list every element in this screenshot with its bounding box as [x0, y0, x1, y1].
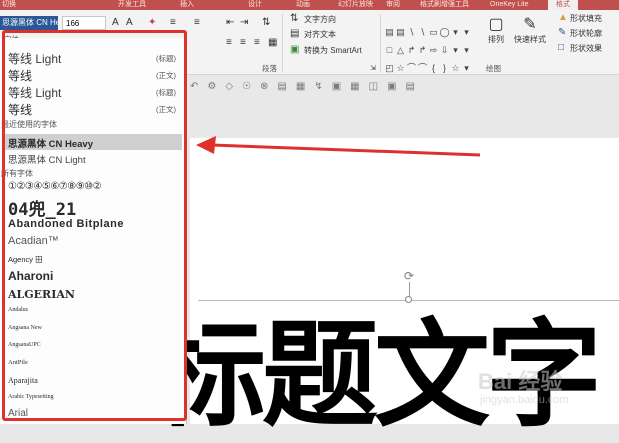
increase-font-size-icon[interactable]: A	[112, 17, 119, 29]
line-shape-icon[interactable]: ∖	[406, 27, 417, 38]
decrease-indent-icon[interactable]: ⇤	[226, 17, 234, 29]
tab-design[interactable]: 设计	[248, 0, 272, 10]
watermark-url: jingyan.baidu.com	[480, 394, 569, 406]
watermark-brand: Bai 经验	[478, 369, 563, 394]
tab-review[interactable]: 审阅	[386, 0, 410, 10]
lightning-icon[interactable]: ↯	[314, 81, 322, 92]
brace-left-shape-icon[interactable]: {	[428, 63, 439, 74]
text-direction-button[interactable]: 文字方向	[304, 14, 336, 25]
curve-shape-icon[interactable]: ⌒	[406, 63, 417, 74]
columns-icon[interactable]: ▦	[268, 37, 277, 49]
tab-animations[interactable]: 动画	[296, 0, 320, 10]
pen-outline-icon: ✎	[558, 27, 567, 38]
highlight-annotation-box	[2, 30, 187, 421]
decrease-font-size-icon[interactable]: A	[126, 17, 133, 29]
arrange-icon: ▢	[488, 16, 504, 33]
shape-fill-button[interactable]: 形状填充	[570, 13, 602, 24]
arrow-down-shape-icon[interactable]: ⇩	[439, 45, 450, 56]
arrange-label: 排列	[488, 35, 504, 44]
line-spacing-icon[interactable]: ⇅	[262, 17, 270, 29]
diamond-icon[interactable]: ◇	[225, 81, 233, 92]
ribbon-tab-bar: 切换 开发工具 插入 设计 动画 幻灯片放映 审阅 格式刷增强工具 OneKey…	[0, 0, 619, 10]
more-shapes-icon[interactable]: ▾	[461, 45, 472, 56]
brace-right-shape-icon[interactable]: }	[439, 63, 450, 74]
more-shapes-icon[interactable]: ▾	[450, 45, 461, 56]
font-size-combobox[interactable]: 166	[62, 16, 106, 30]
tab-format[interactable]: 格式	[548, 0, 578, 10]
picture-icon[interactable]: ▣	[332, 81, 341, 92]
tab-onekey-lite[interactable]: OneKey Lite	[490, 0, 536, 10]
bin-icon[interactable]: ◫	[369, 81, 378, 92]
bottle-icon[interactable]: ▣	[387, 81, 396, 92]
elbow-connector-icon[interactable]: ↱	[417, 45, 428, 56]
paragraph-group-label: 段落	[262, 64, 277, 73]
grid-icon[interactable]: ▦	[350, 81, 359, 92]
textbox-shape-icon[interactable]: ▤	[384, 27, 395, 38]
watermark: Bai 经验 jingyan.baidu.com	[470, 356, 618, 414]
tab-transitions[interactable]: 切换	[2, 0, 28, 10]
align-text-button[interactable]: 对齐文本	[304, 29, 336, 40]
align-right-icon[interactable]: ≡	[254, 37, 260, 49]
gear-icon[interactable]: ⚙	[207, 81, 216, 92]
tab-slideshow[interactable]: 幻灯片放映	[338, 0, 382, 10]
oval-shape-icon[interactable]: ◯	[439, 27, 450, 38]
text-direction-icon: ⇅	[290, 13, 299, 24]
star-shape-icon[interactable]: ☆	[450, 63, 461, 74]
clear-formatting-icon[interactable]: ✦	[148, 17, 156, 29]
circle-icon[interactable]: ☉	[242, 81, 251, 92]
triangle-shape-icon[interactable]: △	[395, 45, 406, 56]
quick-access-toolbar: ↶ ⚙ ◇ ☉ ⊗ ▤ ▦ ↯ ▣ ▦ ◫ ▣ ▤	[190, 76, 490, 92]
align-text-icon: ▤	[290, 28, 300, 39]
star-shape-icon[interactable]: ☆	[395, 63, 406, 74]
curve-shape-icon[interactable]: ⌒	[417, 63, 428, 74]
block-shape-icon[interactable]: ◰	[384, 63, 395, 74]
cross-icon[interactable]: ⊗	[260, 81, 268, 92]
more-shapes-icon[interactable]: ▾	[461, 27, 472, 38]
numbering-icon[interactable]: ≡	[194, 17, 200, 29]
paint-bucket-icon: ▲	[558, 12, 568, 23]
rotate-handle-icon[interactable]: ⟳	[403, 270, 415, 282]
undo-icon[interactable]: ↶	[190, 81, 198, 92]
align-center-icon[interactable]: ≡	[240, 37, 246, 49]
gallery-expand-icon[interactable]: ▾	[461, 63, 472, 74]
convert-smartart-button[interactable]: 转换为 SmartArt	[304, 45, 362, 56]
ribbon-separator	[282, 14, 283, 72]
quick-styles-icon: ✎	[523, 16, 537, 33]
arrange-button[interactable]: ▢ 排列	[488, 16, 504, 45]
rotate-handle-stem	[409, 282, 410, 297]
image-icon[interactable]: ▤	[277, 81, 286, 92]
shape-effects-icon: □	[558, 42, 565, 53]
selection-handle[interactable]	[405, 296, 412, 303]
box-icon[interactable]: ▤	[406, 81, 415, 92]
tab-insert[interactable]: 插入	[180, 0, 210, 10]
table-icon[interactable]: ▦	[296, 81, 305, 92]
ribbon-separator	[380, 14, 381, 72]
shape-effects-button[interactable]: 形状效果	[570, 43, 602, 54]
more-shapes-icon[interactable]: ▾	[450, 27, 461, 38]
quick-styles-button[interactable]: ✎ 快速样式	[514, 16, 546, 45]
shape-outline-button[interactable]: 形状轮廓	[570, 28, 602, 39]
align-left-icon[interactable]: ≡	[226, 37, 232, 49]
drawing-group-label: 绘图	[486, 64, 501, 73]
paragraph-dialog-launcher-icon[interactable]: ⇲	[370, 63, 376, 75]
tab-format-painter-tool[interactable]: 格式刷增强工具	[420, 0, 486, 10]
bullets-icon[interactable]: ≡	[170, 17, 176, 29]
increase-indent-icon[interactable]: ⇥	[240, 17, 248, 29]
vertical-textbox-shape-icon[interactable]: ▤	[395, 27, 406, 38]
rectangle-shape-icon[interactable]: □	[384, 45, 395, 56]
line-shape-icon[interactable]: ∖	[417, 27, 428, 38]
smartart-icon: ▣	[290, 44, 300, 55]
elbow-connector-icon[interactable]: ↱	[406, 45, 417, 56]
shapes-gallery[interactable]: ▤ ▤ ∖ ∖ ▭ ◯ ▾ ▾ □ △ ↱ ↱ ⇨ ⇩ ▾ ▾ ◰ ☆ ⌒ ⌒{} ☆ ▾	[384, 22, 476, 73]
font-name-combobox[interactable]: 思源黑体 CN He	[0, 16, 58, 30]
arrow-right-shape-icon[interactable]: ⇨	[428, 45, 439, 56]
tab-developer[interactable]: 开发工具	[118, 0, 158, 10]
quick-styles-label: 快速样式	[514, 35, 546, 44]
rectangle-shape-icon[interactable]: ▭	[428, 27, 439, 38]
